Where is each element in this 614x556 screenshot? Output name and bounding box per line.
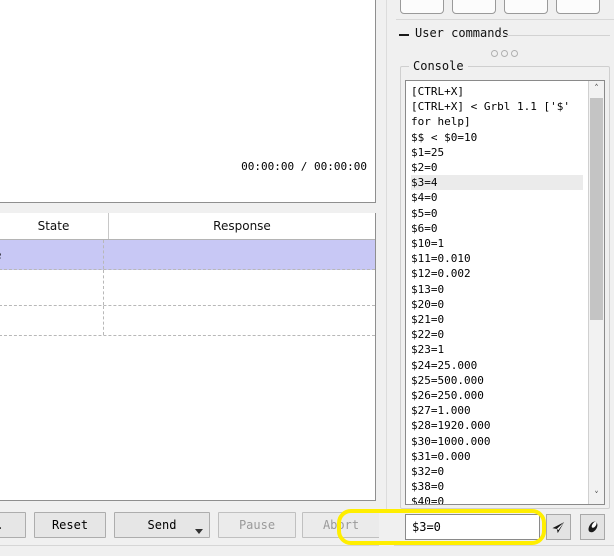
console-line: $25=500.000 xyxy=(411,373,484,387)
command-table[interactable]: State Response e xyxy=(0,213,376,501)
console-line: $21=0 xyxy=(411,313,445,327)
console-line: $24=25.000 xyxy=(411,358,478,372)
truncated-button[interactable]: . xyxy=(0,512,26,538)
3d-viewport[interactable]: 00:00:00 / 00:00:00 Buffer: 0 / 0 / 0 Ve… xyxy=(0,0,376,203)
right-panel: User commands Console [CTRL+X] [CTRL+X] <… xyxy=(394,0,614,556)
user-commands-section-header[interactable]: User commands xyxy=(396,26,614,44)
table-row[interactable] xyxy=(0,306,375,336)
console-line: $23=1 xyxy=(411,343,445,357)
top-toolbar xyxy=(396,0,614,16)
dot-icon xyxy=(501,50,508,57)
drag-handle-dots[interactable] xyxy=(491,50,518,57)
console-line: $31=0.000 xyxy=(411,449,471,463)
console-line: $27=1.000 xyxy=(411,404,471,418)
console-text: [CTRL+X] [CTRL+X] < Grbl 1.1 ['$' for hel… xyxy=(411,84,583,505)
splitter-line xyxy=(386,0,387,512)
console-line: $12=0.002 xyxy=(411,267,471,281)
toolbar-button-1[interactable] xyxy=(400,0,444,14)
command-input[interactable]: $3=0 xyxy=(405,514,540,540)
console-scrollbar[interactable]: ˄ ˅ xyxy=(588,81,604,504)
console-line: $5=0 xyxy=(411,206,438,220)
table-cell-state: e xyxy=(0,240,104,269)
console-line: $38=0 xyxy=(411,480,445,494)
console-line: $6=0 xyxy=(411,221,438,235)
console-line: $20=0 xyxy=(411,297,445,311)
paper-plane-icon xyxy=(552,521,565,533)
console-line: $28=1920.000 xyxy=(411,419,491,433)
left-panel: 00:00:00 / 00:00:00 Buffer: 0 / 0 / 0 Ve… xyxy=(0,0,380,556)
dot-icon xyxy=(491,50,498,57)
table-cell-response xyxy=(104,306,375,335)
viewport-time: 00:00:00 / 00:00:00 xyxy=(241,160,367,173)
eraser-icon xyxy=(588,521,598,532)
console-output[interactable]: [CTRL+X] [CTRL+X] < Grbl 1.1 ['$' for hel… xyxy=(405,80,605,505)
send-button[interactable]: Send xyxy=(114,512,210,538)
collapse-minus-icon[interactable] xyxy=(399,34,409,36)
user-commands-label: User commands xyxy=(415,26,509,40)
send-button-label: Send xyxy=(147,518,177,532)
column-header-response[interactable]: Response xyxy=(109,213,375,239)
section-header-rule xyxy=(500,35,610,36)
table-cell-response xyxy=(104,240,375,269)
panel-splitter[interactable] xyxy=(379,0,396,555)
transport-button-bar: . Reset Send Pause Abort xyxy=(0,512,380,542)
viewport-stats-overlay: 00:00:00 / 00:00:00 Buffer: 0 / 0 / 0 Ve… xyxy=(241,127,367,202)
console-line: $40=0 xyxy=(411,495,445,505)
command-input-row: $3=0 xyxy=(396,513,614,543)
scrollbar-thumb[interactable] xyxy=(590,98,603,320)
console-line: $10=1 xyxy=(411,237,445,251)
reset-button[interactable]: Reset xyxy=(34,512,106,538)
clear-console-button[interactable] xyxy=(580,514,605,540)
console-line: $2=0 xyxy=(411,161,438,175)
console-line: [CTRL+X] xyxy=(411,85,464,98)
table-cell-state xyxy=(0,270,104,305)
scroll-down-icon[interactable]: ˅ xyxy=(589,488,604,504)
table-row[interactable] xyxy=(0,270,375,306)
dot-icon xyxy=(511,50,518,57)
left-status-strip xyxy=(0,545,379,556)
table-row[interactable]: e xyxy=(0,240,375,270)
pause-button[interactable]: Pause xyxy=(218,512,296,538)
console-line: $1=25 xyxy=(411,145,445,159)
console-line: $4=0 xyxy=(411,191,438,205)
send-command-button[interactable] xyxy=(546,514,571,540)
console-line: $$ < $0=10 xyxy=(411,130,478,144)
column-header-state[interactable]: State xyxy=(0,213,109,239)
console-groupbox-label: Console xyxy=(409,59,468,73)
toolbar-button-2[interactable] xyxy=(452,0,496,14)
chevron-down-icon[interactable] xyxy=(195,529,203,534)
right-status-strip xyxy=(394,545,614,556)
console-line: $30=1000.000 xyxy=(411,434,491,448)
console-line: $13=0 xyxy=(411,282,445,296)
toolbar-button-3[interactable] xyxy=(504,0,548,14)
table-cell-response xyxy=(104,270,375,305)
console-line: [CTRL+X] < Grbl 1.1 ['$' for help] xyxy=(411,100,577,129)
scroll-up-icon[interactable]: ˄ xyxy=(589,81,604,97)
console-line: $3=4 xyxy=(411,175,583,191)
console-line: $26=250.000 xyxy=(411,389,484,403)
abort-button[interactable]: Abort xyxy=(302,512,380,538)
console-line: $32=0 xyxy=(411,465,445,479)
toolbar-button-4[interactable] xyxy=(556,0,600,14)
toolbar-divider xyxy=(396,19,614,20)
table-header-row: State Response xyxy=(0,213,375,240)
console-line: $22=0 xyxy=(411,328,445,342)
console-line: $11=0.010 xyxy=(411,252,471,266)
table-cell-state xyxy=(0,306,104,335)
